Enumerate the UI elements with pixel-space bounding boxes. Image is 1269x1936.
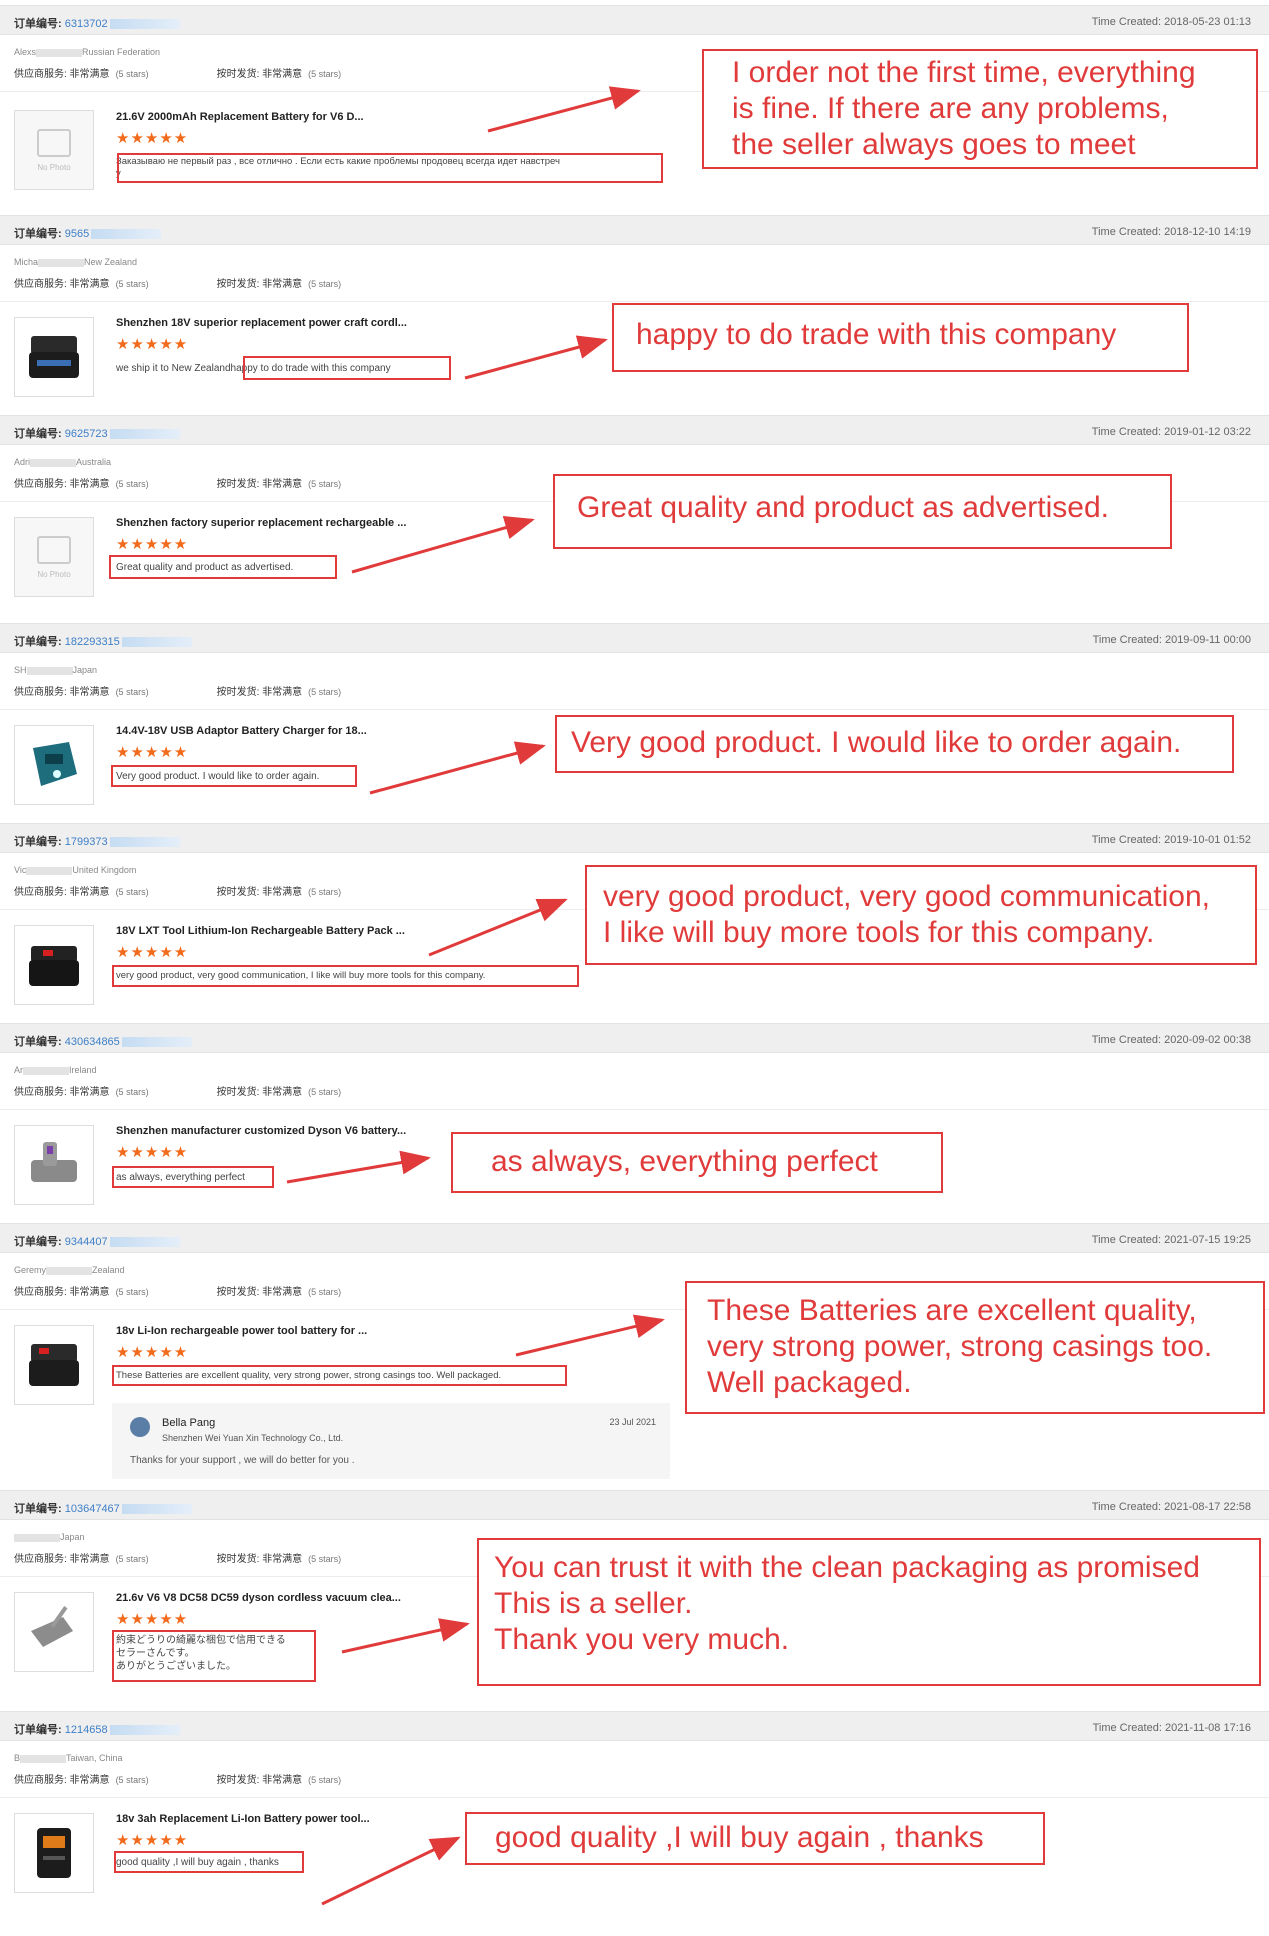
arrow: [464, 335, 608, 380]
arrow: [321, 1836, 461, 1906]
arrow: [428, 898, 568, 957]
arrow: [487, 86, 641, 133]
arrow: [351, 515, 535, 574]
arrow: [369, 741, 546, 795]
arrow: [515, 1314, 665, 1357]
annotation-arrows: [286, 86, 665, 1906]
arrow: [286, 1150, 431, 1184]
arrow: [341, 1618, 470, 1654]
